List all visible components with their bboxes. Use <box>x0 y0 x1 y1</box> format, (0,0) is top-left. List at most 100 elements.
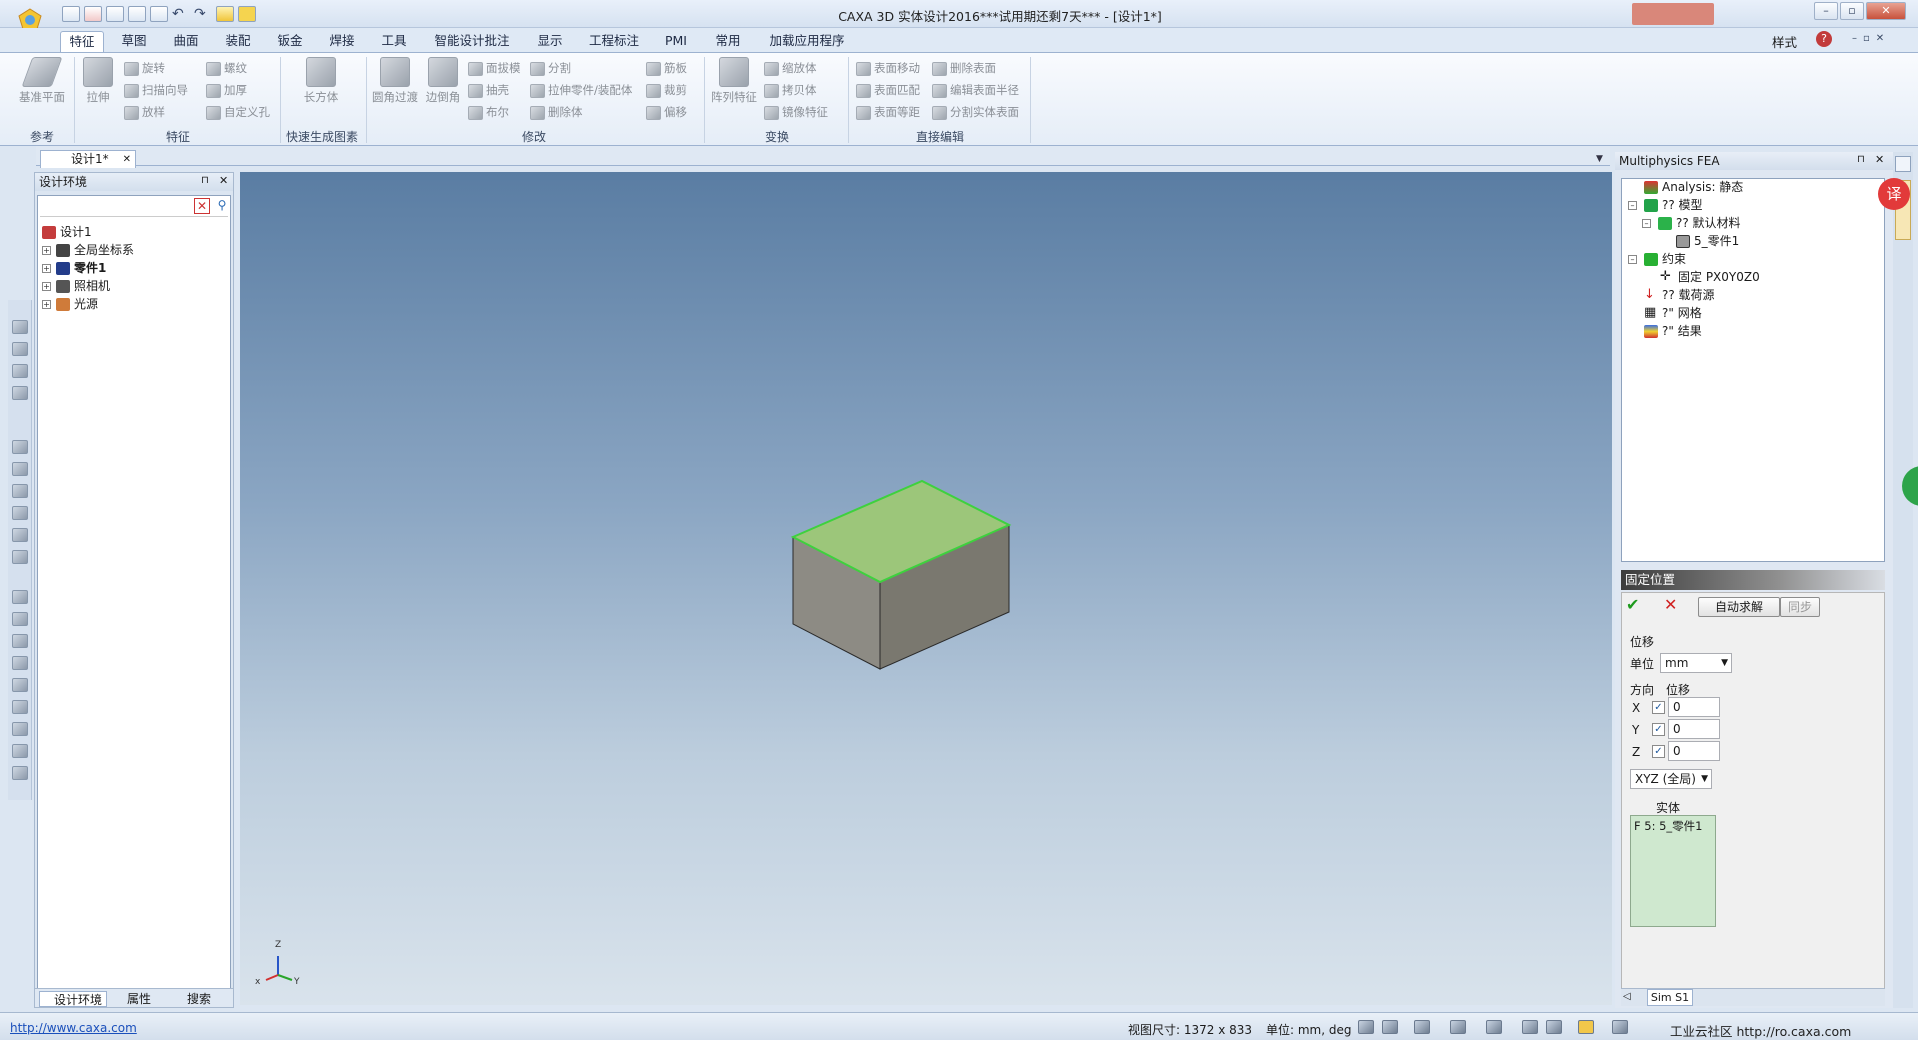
filter-icon[interactable]: ⚲ <box>214 198 230 214</box>
tab-display[interactable]: 显示 <box>528 31 572 52</box>
tab-sheetmetal[interactable]: 钣金 <box>270 31 310 52</box>
face-match-button[interactable]: 表面匹配 <box>856 81 920 99</box>
tool-icon[interactable] <box>12 722 28 736</box>
new-file-icon[interactable] <box>62 6 80 22</box>
tab-design-environment[interactable]: 设计环境 <box>39 991 107 1007</box>
delete-face-button[interactable]: 删除表面 <box>932 59 996 77</box>
close-button[interactable]: ✕ <box>1866 2 1906 20</box>
new-design-icon[interactable] <box>84 6 102 22</box>
unit-select[interactable]: mm ▼ <box>1660 653 1732 673</box>
pin-icon[interactable]: ⊓ <box>1857 154 1865 165</box>
minimize-button[interactable]: – <box>1814 2 1838 20</box>
collapse-icon[interactable]: – <box>1642 219 1651 228</box>
axis-x-checkbox[interactable]: ✓ <box>1652 701 1665 714</box>
revolve-button[interactable]: 旋转 <box>124 59 165 77</box>
fea-icon[interactable] <box>12 364 28 378</box>
tool-icon[interactable] <box>12 700 28 714</box>
copy-body-button[interactable]: 拷贝体 <box>764 81 817 99</box>
open-icon[interactable] <box>106 6 124 22</box>
axis-z-input[interactable]: 0 <box>1668 741 1720 761</box>
thread-button[interactable]: 螺纹 <box>206 59 247 77</box>
axis-z-checkbox[interactable]: ✓ <box>1652 745 1665 758</box>
tool-icon[interactable] <box>12 462 28 476</box>
3d-select-icon[interactable] <box>238 6 256 22</box>
tab-sketch[interactable]: 草图 <box>114 31 154 52</box>
help-icon[interactable]: ? <box>1816 31 1832 47</box>
tool-icon[interactable] <box>12 484 28 498</box>
axis-x-input[interactable]: 0 <box>1668 697 1720 717</box>
tab-feature[interactable]: 特征 <box>60 31 104 52</box>
pattern-button[interactable]: 阵列特征 <box>708 57 760 105</box>
tool-icon[interactable] <box>12 744 28 758</box>
tool-icon[interactable] <box>12 440 28 454</box>
auto-solve-button[interactable]: 自动求解 <box>1698 597 1780 617</box>
axis-y-input[interactable]: 0 <box>1668 719 1720 739</box>
camera-icon[interactable] <box>1612 1020 1628 1034</box>
collapse-icon[interactable]: – <box>1628 201 1637 210</box>
tool-icon[interactable] <box>12 342 28 356</box>
edit-face-radius-button[interactable]: 编辑表面半径 <box>932 81 1019 99</box>
coordinate-system-select[interactable]: XYZ (全局) ▼ <box>1630 769 1712 789</box>
collapse-icon[interactable]: – <box>1628 255 1637 264</box>
document-tab[interactable]: 设计1* ✕ <box>40 150 136 168</box>
tab-weld[interactable]: 焊接 <box>322 31 362 52</box>
save-icon[interactable] <box>150 6 168 22</box>
tab-engineering-annotation[interactable]: 工程标注 <box>584 31 644 52</box>
offset-button[interactable]: 偏移 <box>646 103 687 121</box>
tab-tools[interactable]: 工具 <box>374 31 414 52</box>
close-tab-icon[interactable]: ✕ <box>123 151 131 168</box>
entity-list[interactable]: F 5: 5_零件1 <box>1630 815 1716 927</box>
cancel-icon[interactable]: ✕ <box>1664 595 1677 614</box>
mdi-controls[interactable]: –▫✕ <box>1852 33 1890 44</box>
tab-pmi[interactable]: PMI <box>658 31 694 52</box>
tool-icon[interactable] <box>12 612 28 626</box>
tree-item-part1[interactable]: + 零件1 <box>42 260 222 277</box>
draft-button[interactable]: 面拔模 <box>468 59 521 77</box>
zoom-icon[interactable] <box>1382 1020 1398 1034</box>
face-move-button[interactable]: 表面移动 <box>856 59 920 77</box>
axis-y-checkbox[interactable]: ✓ <box>1652 723 1665 736</box>
clear-filter-icon[interactable]: ✕ <box>194 198 210 214</box>
tab-smart-annotation[interactable]: 智能设计批注 <box>430 31 514 52</box>
style-menu[interactable]: 样式 <box>1772 32 1797 51</box>
close-panel-icon[interactable]: ✕ <box>1875 153 1884 166</box>
view-icon[interactable] <box>1414 1020 1430 1034</box>
tab-common[interactable]: 常用 <box>706 31 750 52</box>
tool-icon[interactable] <box>12 506 28 520</box>
tool-icon[interactable] <box>12 528 28 542</box>
split-solid-face-button[interactable]: 分割实体表面 <box>932 103 1019 121</box>
tool-icon[interactable] <box>12 766 28 780</box>
render-icon[interactable] <box>1450 1020 1466 1034</box>
side-tab-icon[interactable] <box>1895 156 1911 172</box>
extrude-part-button[interactable]: 拉伸零件/装配体 <box>530 81 632 99</box>
trim-button[interactable]: 裁剪 <box>646 81 687 99</box>
scale-button[interactable]: 缩放体 <box>764 59 817 77</box>
select-icon[interactable] <box>216 6 234 22</box>
sync-button[interactable]: 同步 <box>1780 597 1820 617</box>
zoom-fit-icon[interactable] <box>1358 1020 1374 1034</box>
undo-icon[interactable]: ↶ <box>172 6 190 22</box>
app-logo-icon[interactable] <box>18 8 42 30</box>
orbit-icon[interactable] <box>1486 1020 1502 1034</box>
fillet-button[interactable]: 圆角过渡 <box>370 57 420 105</box>
tool-icon[interactable] <box>12 656 28 670</box>
thicken-button[interactable]: 加厚 <box>206 81 247 99</box>
material-icon[interactable] <box>1522 1020 1538 1034</box>
tree-item-camera[interactable]: + 照相机 <box>42 278 222 295</box>
redo-icon[interactable]: ↷ <box>194 6 212 22</box>
entity-item[interactable]: F 5: 5_零件1 <box>1634 819 1703 833</box>
tab-properties[interactable]: 属性 <box>113 991 151 1007</box>
loft-button[interactable]: 放样 <box>124 103 165 121</box>
expand-icon[interactable]: + <box>42 282 51 291</box>
tree-item-global-coords[interactable]: + 全局坐标系 <box>42 242 222 259</box>
boolean-button[interactable]: 布尔 <box>468 103 509 121</box>
sim-tab[interactable]: Sim S1 <box>1647 989 1693 1006</box>
shell-button[interactable]: 抽壳 <box>468 81 509 99</box>
tool-icon[interactable] <box>12 550 28 564</box>
split-button[interactable]: 分割 <box>530 59 571 77</box>
rib-button[interactable]: 筋板 <box>646 59 687 77</box>
website-link[interactable]: http://www.caxa.com <box>10 1021 137 1035</box>
tree-item-light[interactable]: + 光源 <box>42 296 222 313</box>
box-button[interactable]: 长方体 <box>290 57 352 105</box>
expand-icon[interactable]: + <box>42 246 51 255</box>
